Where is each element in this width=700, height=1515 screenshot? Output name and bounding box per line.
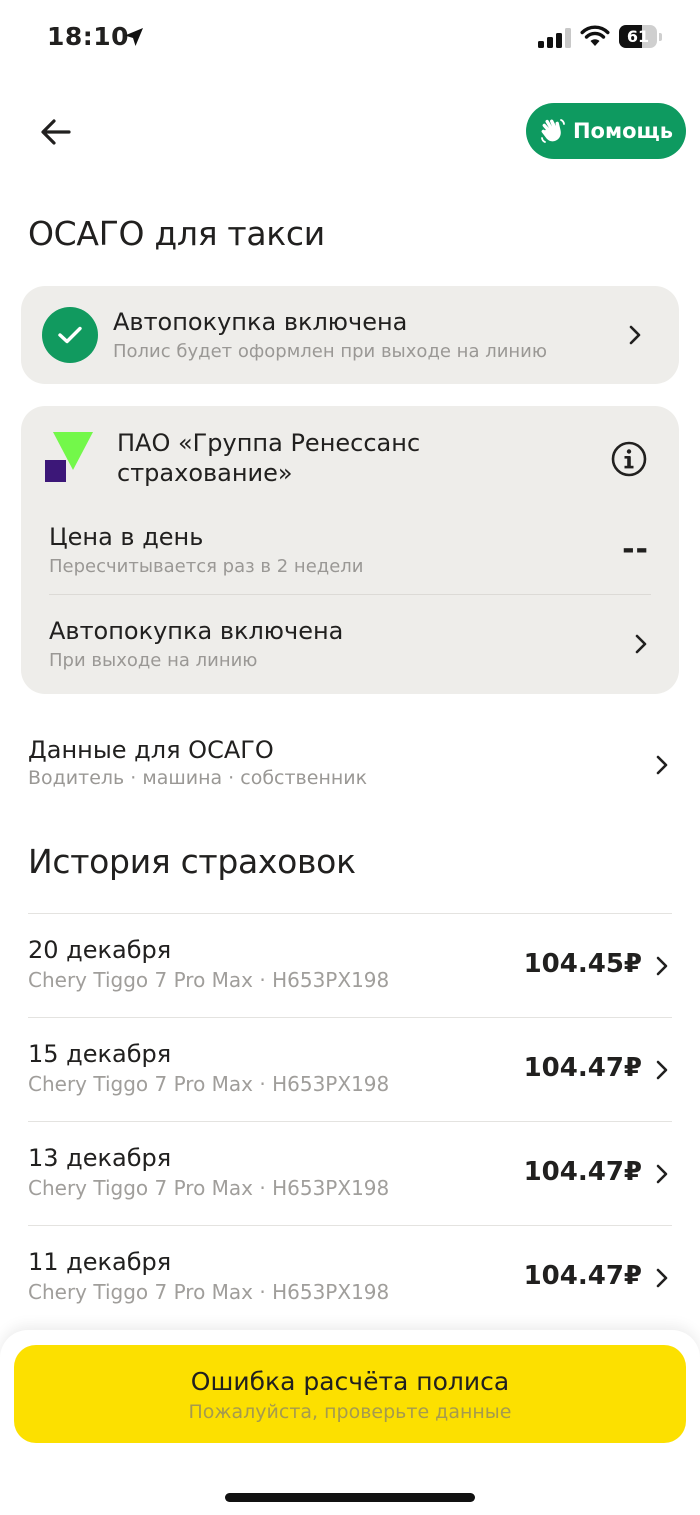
- status-time: 18:10: [47, 22, 130, 51]
- history-date: 20 декабря: [28, 936, 172, 964]
- history-list: 20 декабря Chery Tiggo 7 Pro Max · Н653Р…: [28, 913, 672, 1329]
- battery-icon: 61: [619, 25, 663, 48]
- policy-error-button[interactable]: Ошибка расчёта полиса Пожалуйста, провер…: [14, 1345, 686, 1443]
- chevron-right-icon: [656, 1268, 668, 1288]
- status-bar: 18:10 61: [0, 0, 700, 78]
- arrow-left-icon: [41, 119, 71, 145]
- bottom-panel: Ошибка расчёта полиса Пожалуйста, провер…: [0, 1330, 700, 1515]
- history-date: 15 декабря: [28, 1040, 172, 1068]
- history-car: Chery Tiggo 7 Pro Max · Н653РХ198: [28, 968, 390, 992]
- history-title: История страховок: [28, 842, 356, 881]
- price-per-day-value: --: [622, 532, 649, 567]
- osago-data-subtitle: Водитель · машина · собственник: [28, 767, 368, 789]
- back-button[interactable]: [28, 108, 84, 156]
- history-item[interactable]: 11 декабря Chery Tiggo 7 Pro Max · Н653Р…: [28, 1225, 672, 1329]
- wifi-icon: [580, 25, 610, 46]
- history-car: Chery Tiggo 7 Pro Max · Н653РХ198: [28, 1072, 390, 1096]
- chevron-right-icon: [656, 1164, 668, 1184]
- insurer-name: ПАО «Группа Ренессанс страхование»: [117, 429, 421, 487]
- waving-hand-icon: [541, 119, 565, 143]
- chevron-right-icon: [656, 1060, 668, 1080]
- history-price: 104.47₽: [523, 1157, 642, 1187]
- price-per-day-title: Цена в день: [49, 523, 204, 551]
- help-label: Помощь: [572, 119, 674, 143]
- chevron-right-icon: [656, 956, 668, 976]
- history-date: 13 декабря: [28, 1144, 172, 1172]
- history-price: 104.47₽: [523, 1261, 642, 1291]
- history-item[interactable]: 15 декабря Chery Tiggo 7 Pro Max · Н653Р…: [28, 1017, 672, 1121]
- insurer-autobuy-title: Автопокупка включена: [49, 617, 344, 645]
- renaissance-logo: [45, 432, 93, 482]
- history-car: Chery Tiggo 7 Pro Max · Н653РХ198: [28, 1280, 390, 1304]
- error-title: Ошибка расчёта полиса: [190, 1367, 510, 1396]
- history-item[interactable]: 13 декабря Chery Tiggo 7 Pro Max · Н653Р…: [28, 1121, 672, 1225]
- insurer-autobuy-row[interactable]: Автопокупка включена При выходе на линию: [21, 596, 679, 692]
- info-icon[interactable]: [610, 440, 648, 478]
- chevron-right-icon: [635, 634, 647, 654]
- help-button[interactable]: Помощь: [526, 103, 686, 159]
- page-title: ОСАГО для такси: [28, 214, 325, 253]
- osago-data-title: Данные для ОСАГО: [28, 736, 274, 764]
- insurer-card: ПАО «Группа Ренессанс страхование» Цена …: [21, 406, 679, 694]
- autobuy-title: Автопокупка включена: [113, 308, 408, 336]
- chevron-right-icon: [629, 325, 641, 345]
- home-indicator: [225, 1493, 475, 1502]
- battery-level: 61: [626, 27, 650, 46]
- chevron-right-icon: [656, 755, 668, 775]
- history-item[interactable]: 20 декабря Chery Tiggo 7 Pro Max · Н653Р…: [28, 913, 672, 1017]
- check-circle-icon: [42, 307, 98, 363]
- price-per-day-subtitle: Пересчитывается раз в 2 недели: [49, 556, 364, 577]
- divider: [49, 594, 651, 595]
- history-price: 104.45₽: [523, 949, 642, 979]
- error-subtitle: Пожалуйста, проверьте данные: [188, 1401, 512, 1423]
- autobuy-card[interactable]: Автопокупка включена Полис будет оформле…: [21, 286, 679, 384]
- osago-data-row[interactable]: Данные для ОСАГО Водитель · машина · соб…: [0, 730, 700, 802]
- history-date: 11 декабря: [28, 1248, 172, 1276]
- history-price: 104.47₽: [523, 1053, 642, 1083]
- history-car: Chery Tiggo 7 Pro Max · Н653РХ198: [28, 1176, 390, 1200]
- location-arrow-icon: [125, 28, 143, 46]
- cellular-signal-icon: [538, 28, 571, 48]
- insurer-autobuy-subtitle: При выходе на линию: [49, 650, 258, 671]
- autobuy-subtitle: Полис будет оформлен при выходе на линию: [113, 341, 548, 362]
